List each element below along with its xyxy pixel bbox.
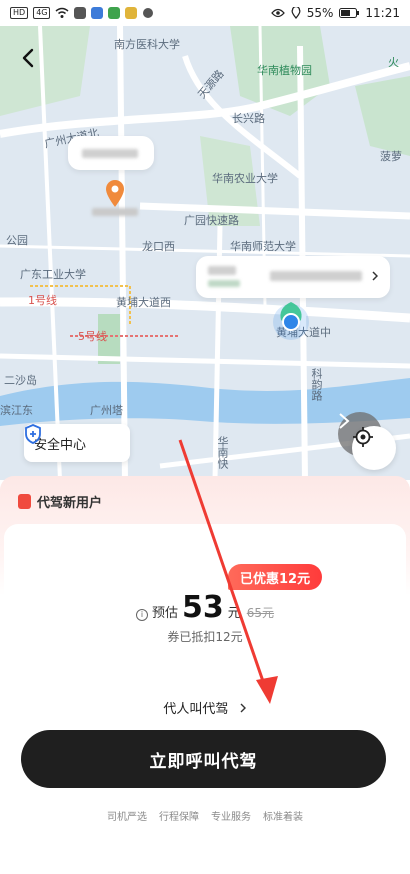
redacted-text (208, 266, 236, 275)
battery-percent: 55% (306, 6, 334, 20)
map-label: 华南植物园 (257, 64, 312, 77)
estimated-price: 53 (181, 590, 224, 625)
feature-item: 标准着装 (263, 812, 303, 823)
map-label: 南方医科大学 (114, 38, 180, 51)
redacted-text (82, 149, 138, 158)
map-label: 广园快速路 (184, 214, 239, 227)
proxy-call-label: 代人叫代驾 (163, 702, 229, 717)
map-label: 滨江东 (0, 404, 33, 417)
map-label: 龙口西 (142, 240, 175, 253)
app-notification-icon (74, 7, 87, 19)
map-label: 华南快 (216, 436, 229, 469)
coupon-text: 券已抵扣12元 (167, 630, 243, 644)
map-view[interactable]: 南方医科大学 华南植物园 火 天源路 长兴路 广州大道北 华南农业大学 菠萝 广… (0, 26, 410, 480)
app-notification-icon (91, 7, 104, 19)
safety-center-button[interactable]: 安全中心 (24, 424, 130, 462)
call-driver-button[interactable]: 立即呼叫代驾 (21, 730, 386, 788)
feature-item: 司机严选 (107, 812, 147, 823)
message-icon (143, 8, 154, 18)
redacted-text (208, 280, 240, 287)
feature-item: 专业服务 (211, 812, 251, 823)
map-label: 华南农业大学 (212, 172, 278, 185)
crosshair-icon (353, 427, 373, 447)
map-label: 菠萝 (380, 150, 402, 163)
location-icon (291, 7, 301, 19)
map-label: 公园 (6, 234, 28, 247)
promo-tag: 代驾新用户 (18, 492, 102, 511)
service-features: 司机严选 行程保障 专业服务 标准着装 (0, 808, 410, 823)
app-notification-icon (108, 7, 121, 19)
original-price: 65元 (246, 606, 275, 620)
map-label: 科韵路 (310, 368, 323, 401)
status-left: HD 4G (10, 7, 154, 19)
chevron-right-icon (240, 703, 246, 713)
redacted-text (92, 208, 138, 216)
start-pin-icon (106, 180, 124, 207)
chevron-right-icon (339, 413, 350, 429)
map-label: 长兴路 (232, 112, 265, 125)
order-panel: 代驾新用户 已优惠12元 i 预估 53 元 65元 券已抵扣12元 代人叫代驾… (0, 476, 410, 874)
chevron-left-icon (22, 48, 34, 68)
locate-button[interactable] (352, 426, 396, 470)
map-label: 黄埔大道西 (116, 296, 171, 309)
red-envelope-icon (18, 494, 31, 509)
app-notification-icon (125, 7, 138, 19)
wifi-icon (56, 7, 69, 18)
redacted-text (270, 271, 362, 281)
clock: 11:21 (365, 6, 400, 20)
chevron-right-icon (372, 271, 378, 281)
status-bar: HD 4G 55% 11:21 (0, 0, 410, 26)
discount-badge: 已优惠12元 (228, 564, 323, 590)
proxy-call-link[interactable]: 代人叫代驾 (0, 698, 410, 717)
shield-icon (25, 424, 41, 444)
price-row: i 预估 53 元 65元 (0, 590, 410, 625)
destination-info-card[interactable] (196, 256, 390, 298)
map-label: 二沙岛 (4, 374, 37, 387)
battery-icon (339, 8, 360, 18)
map-label: 5号线 (78, 330, 107, 343)
current-location-icon (273, 302, 309, 340)
price-unit: 元 (227, 606, 241, 621)
feature-item: 行程保障 (159, 812, 199, 823)
estimate-label: 预估 (151, 606, 178, 621)
map-label: 火 (388, 56, 399, 69)
map-label: 广东工业大学 (20, 268, 86, 281)
promo-tag-label: 代驾新用户 (37, 496, 103, 511)
eye-icon (270, 8, 285, 18)
info-icon[interactable]: i (135, 609, 148, 621)
hd-indicator: HD (10, 7, 29, 19)
back-button[interactable] (20, 48, 48, 76)
map-label: 广州塔 (90, 404, 123, 417)
map-label: 1号线 (28, 294, 57, 307)
status-right: 55% 11:21 (270, 6, 400, 20)
map-label: 华南师范大学 (230, 240, 296, 253)
origin-info-card[interactable] (68, 136, 154, 170)
network-indicator: 4G (33, 7, 51, 19)
